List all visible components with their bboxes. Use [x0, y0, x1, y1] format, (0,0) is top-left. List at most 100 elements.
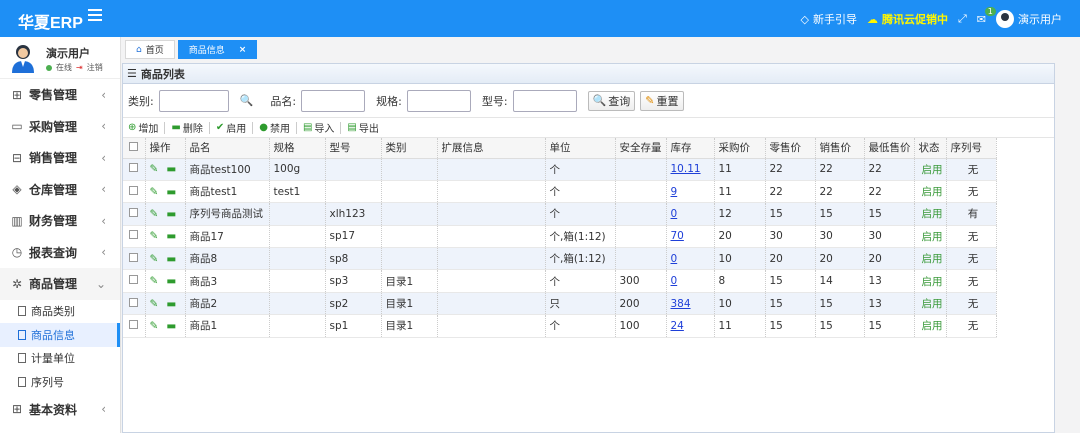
delete-icon[interactable]: ▬ [166, 253, 176, 265]
guide-link[interactable]: ◇ 新手引导 [801, 11, 857, 27]
close-icon[interactable]: × [239, 45, 247, 55]
row-checkbox[interactable] [123, 314, 146, 338]
sidebar-item-products[interactable]: ✲ 商品管理 ⌄ [0, 268, 120, 300]
cell-min: 22 [864, 158, 915, 181]
row-checkbox[interactable] [123, 292, 146, 316]
cell-safe [615, 247, 667, 271]
reset-button[interactable]: ✎ 重置 [640, 90, 684, 111]
cell-name: 序列号商品测试 [185, 202, 270, 226]
cell-buy: 11 [714, 180, 766, 204]
edit-icon[interactable]: ✎ [150, 208, 159, 220]
gift-icon: ⊞ [11, 87, 23, 102]
cell-spec [269, 292, 326, 316]
avatar [12, 45, 34, 73]
row-checkbox[interactable] [123, 247, 146, 271]
sidebar-item-retail[interactable]: ⊞ 零售管理 ‹ [0, 79, 120, 111]
logout-link[interactable]: 注销 [87, 62, 103, 73]
fullscreen-icon[interactable]: ⤢ [958, 12, 967, 26]
table-row[interactable]: ✎ ▬ 商品test1 test1 个 9 11 22 22 22 启用无 [123, 180, 997, 204]
delete-icon[interactable]: ▬ [166, 163, 176, 175]
menu-toggle-icon[interactable] [88, 9, 102, 27]
delete-button[interactable]: ▬ 删除 [171, 120, 202, 135]
user-menu[interactable]: 演示用户 [996, 10, 1062, 28]
promo-link[interactable]: ☁ 腾讯云促销中 [867, 11, 948, 27]
model-input[interactable] [512, 89, 577, 112]
cell-stock[interactable]: 9 [666, 180, 715, 204]
table-row[interactable]: ✎ ▬ 商品8 sp8 个,箱(1:12) 0 10 20 20 20 启用无 [123, 247, 997, 271]
cell-stock[interactable]: 384 [666, 292, 715, 316]
sidebar-item-purchase[interactable]: ▭ 采购管理 ‹ [0, 111, 120, 143]
name-input[interactable] [301, 89, 366, 112]
chevron-left-icon: ‹ [101, 119, 106, 134]
message-button[interactable]: ✉ 1 [977, 6, 996, 26]
sidebar-subitem-unit[interactable]: 计量单位 [0, 347, 120, 371]
table-row[interactable]: ✎ ▬ 商品test100 100g 个 10.11 11 22 22 22 启用无 [123, 158, 997, 181]
export-button[interactable]: ▤ 导出 [347, 120, 378, 135]
sidebar-item-finance[interactable]: ▥ 财务管理 ‹ [0, 205, 120, 237]
delete-icon[interactable]: ▬ [166, 298, 176, 310]
cell-stock[interactable]: 0 [666, 202, 715, 226]
cell-spec: test1 [269, 180, 326, 204]
cell-category: 目录1 [381, 314, 438, 338]
table-row[interactable]: ✎ ▬ 商品2 sp2 目录1 只 200 384 10 15 15 13 启用无 [123, 292, 997, 316]
select-all-checkbox[interactable] [123, 138, 146, 159]
import-button[interactable]: ▤ 导入 [303, 120, 334, 135]
delete-icon[interactable]: ▬ [166, 186, 176, 198]
delete-icon[interactable]: ▬ [166, 208, 176, 220]
cell-sale: 22 [815, 158, 865, 181]
cell-safe [615, 180, 667, 204]
table-row[interactable]: ✎ ▬ 商品17 sp17 个,箱(1:12) 70 20 30 30 30 启用无 [123, 225, 997, 249]
cell-stock[interactable]: 0 [666, 247, 715, 271]
row-checkbox[interactable] [123, 180, 146, 204]
table-row[interactable]: ✎ ▬ 商品1 sp1 目录1 个 100 24 11 15 15 15 启用无 [123, 314, 997, 338]
edit-icon[interactable]: ✎ [150, 320, 159, 332]
row-checkbox[interactable] [123, 269, 146, 293]
sidebar-subitem-product-info[interactable]: 商品信息 [0, 323, 120, 347]
delete-icon[interactable]: ▬ [166, 230, 176, 242]
cell-stock[interactable]: 24 [666, 314, 715, 338]
disable-button[interactable]: ● 禁用 [259, 120, 290, 135]
row-actions: ✎ ▬ [145, 202, 186, 226]
sidebar-item-reports[interactable]: ◷ 报表查询 ‹ [0, 237, 120, 269]
edit-icon[interactable]: ✎ [150, 230, 159, 242]
pencil-icon: ✎ [645, 94, 655, 107]
tab-product-info[interactable]: 商品信息 × [177, 40, 258, 59]
sidebar-item-sales[interactable]: ⊟ 销售管理 ‹ [0, 142, 120, 174]
cell-unit: 个 [545, 314, 616, 338]
row-checkbox[interactable] [123, 225, 146, 249]
search-icon[interactable]: 🔍 [240, 94, 254, 107]
sidebar-item-label: 商品管理 [29, 277, 78, 292]
table-row[interactable]: ✎ ▬ 商品3 sp3 目录1 个 300 0 8 15 14 13 启用无 [123, 269, 997, 293]
spec-input[interactable] [406, 89, 471, 112]
table-row[interactable]: ✎ ▬ 序列号商品测试 xlh123 个 0 12 15 15 15 启用有 [123, 202, 997, 226]
edit-icon[interactable]: ✎ [150, 298, 159, 310]
cell-min: 15 [864, 202, 915, 226]
row-checkbox[interactable] [123, 202, 146, 226]
row-checkbox[interactable] [123, 158, 146, 181]
edit-icon[interactable]: ✎ [150, 163, 159, 175]
cell-buy: 11 [714, 314, 766, 338]
import-icon: ▤ [302, 122, 313, 133]
enable-button[interactable]: ✔ 启用 [216, 120, 246, 135]
delete-icon[interactable]: ▬ [166, 275, 176, 287]
query-button[interactable]: 🔍 查询 [587, 90, 636, 111]
edit-icon[interactable]: ✎ [150, 253, 159, 265]
add-button[interactable]: ⊕ 增加 [128, 120, 158, 135]
sidebar-item-warehouse[interactable]: ◈ 仓库管理 ‹ [0, 174, 120, 206]
sidebar-subitem-category[interactable]: 商品类别 [0, 300, 120, 324]
edit-icon[interactable]: ✎ [150, 275, 159, 287]
column-header: 类别 [381, 138, 438, 159]
cell-stock[interactable]: 70 [666, 225, 715, 249]
sidebar-subitem-serial[interactable]: 序列号 [0, 370, 120, 394]
cell-ext [437, 158, 546, 181]
sidebar-item-label: 基本资料 [29, 402, 78, 417]
cell-stock[interactable]: 10.11 [666, 158, 715, 181]
edit-icon[interactable]: ✎ [150, 186, 159, 198]
sidebar-item-basic-data[interactable]: ⊞ 基本资料 ‹ [0, 394, 120, 426]
tab-home[interactable]: ⌂ 首页 [125, 40, 175, 59]
cell-stock[interactable]: 0 [666, 269, 715, 293]
category-input[interactable] [158, 89, 229, 112]
briefcase-icon: ⊟ [11, 150, 23, 165]
delete-icon[interactable]: ▬ [166, 320, 176, 332]
cell-ext [437, 180, 546, 204]
